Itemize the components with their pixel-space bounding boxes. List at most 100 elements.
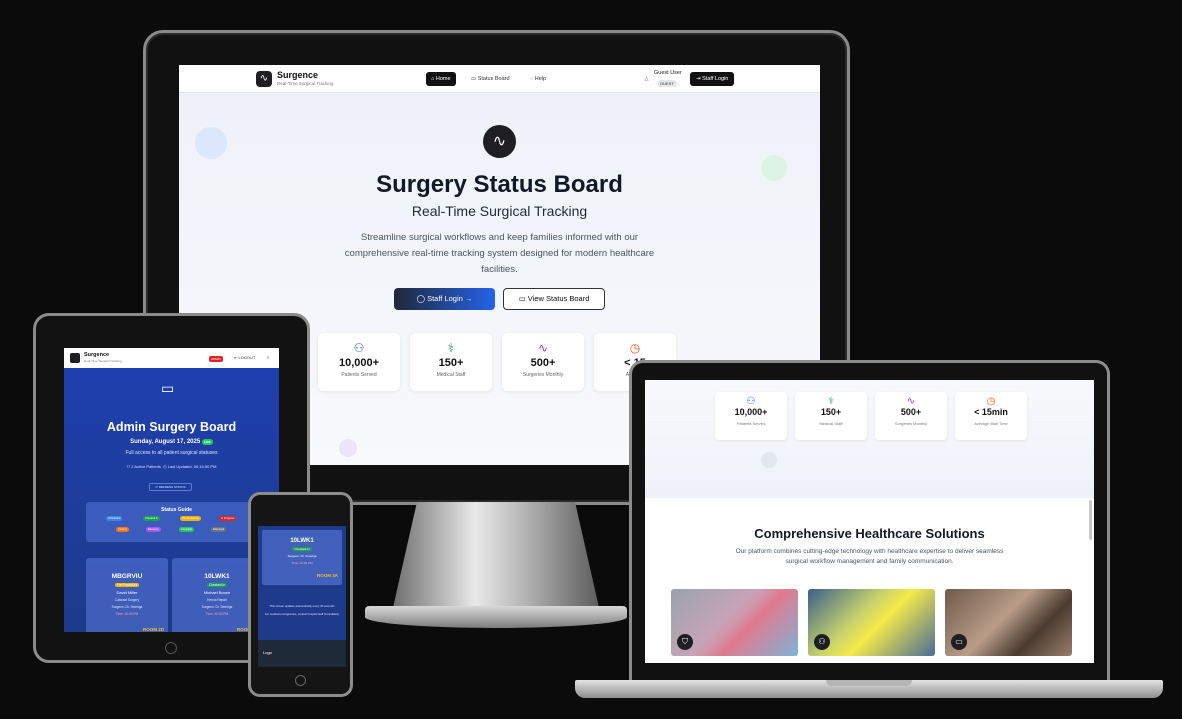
nav-staff-login-label: Staff Login — [702, 76, 729, 82]
nav-help-label: Help — [534, 76, 547, 82]
shield-icon: ⛉ — [677, 634, 693, 650]
pulse-icon: ∿ — [483, 125, 516, 158]
menu-icon[interactable]: ≡ — [267, 355, 269, 360]
nav-staff-login-button[interactable]: ⇥ Staff Login — [690, 72, 735, 86]
nav-status-board-label: Status Board — [477, 76, 510, 82]
stat-value: 10,000+ — [734, 407, 768, 417]
emergency-text: For medical emergencies, contact hospita… — [264, 612, 340, 616]
monitor-stand-base — [365, 606, 627, 628]
patient-time: Time: 10:00 PM — [291, 561, 313, 565]
patient-id: MBGRVIU — [111, 573, 143, 580]
view-status-board-button[interactable]: ▭ View Status Board — [503, 288, 605, 310]
brand-name[interactable]: Surgence — [277, 70, 318, 80]
patient-card[interactable]: MBGRVIU Pre-Procedure David Miller Catar… — [86, 558, 168, 632]
tablet-nav: Surgence Real-Time Surgical Tracking ADM… — [64, 348, 279, 368]
stat-card-staff: ⚕ 150+ Medical Staff — [795, 392, 867, 440]
active-patients: 2 Active Patients — [131, 464, 161, 469]
stethoscope-icon: ⚕ — [828, 396, 834, 407]
status-guide: Status Guide Scheduled Checked In Pre-Pr… — [86, 502, 267, 542]
clock-icon: ◷ — [629, 341, 641, 355]
view-status-board-label: View Status Board — [527, 294, 590, 303]
laptop-device: ⚇ 10,000+ Patients Served ⚕ 150+ Medical… — [629, 360, 1110, 680]
home-button[interactable] — [165, 642, 177, 654]
nav-help-link[interactable]: ◌ Help — [530, 72, 546, 86]
admin-board: ▭ Admin Surgery Board Sunday, August 17,… — [64, 368, 279, 632]
patient-room: ROOM 3A — [316, 573, 338, 578]
stethoscope-icon: ⚕ — [447, 341, 455, 355]
monitor-icon: ▭ — [471, 76, 478, 82]
status-guide-title: Status Guide — [161, 507, 192, 513]
stat-card-surgeries: ∿ 500+ Surgeries Monthly — [875, 392, 947, 440]
patient-status: Checked In — [206, 583, 228, 587]
logo-icon[interactable]: ∿ — [256, 71, 272, 87]
tablet-screen: Surgence Real-Time Surgical Tracking ADM… — [64, 348, 279, 632]
admin-date: Sunday, August 17, 2025 Live — [64, 439, 279, 445]
stat-label: Average Wait Time — [974, 421, 1008, 426]
guest-user-label: Guest User — [654, 70, 682, 76]
phone-footer: Logo — [258, 640, 346, 667]
status-pill: Closing — [116, 527, 129, 532]
arrow-right-icon: → — [462, 294, 473, 303]
refresh-status-button[interactable]: ⟳ REFRESH STATUS — [149, 483, 192, 491]
status-pill: Recovery — [146, 527, 161, 532]
stat-value: 500+ — [900, 407, 922, 417]
staff-login-button[interactable]: ◯ Staff Login → — [394, 288, 495, 310]
decor-bubble — [339, 439, 357, 457]
stat-card-patients: ⚇ 10,000+ Patients Served — [318, 333, 400, 391]
stat-card-surgeries: ∿ 500+ Surgeries Monthly — [502, 333, 584, 391]
stat-label: Surgeries Monthly — [522, 372, 564, 378]
stat-label: Patients Served — [736, 421, 766, 426]
status-pill: Complete — [179, 527, 195, 532]
status-pill: In Progress — [219, 516, 237, 521]
patient-procedure: Cataract Surgery — [114, 598, 140, 602]
patient-time: Time: 10:30 PM — [115, 612, 139, 616]
hero-subtitle: Real-Time Surgical Tracking — [411, 203, 588, 219]
tablet-brand[interactable]: Surgence — [84, 352, 109, 358]
refresh-label: REFRESH STATUS — [158, 485, 186, 489]
logout-button[interactable]: ⇤ LOGOUT — [234, 355, 255, 360]
nhs-heart-image: ⛉ — [671, 589, 798, 656]
stat-card-patients: ⚇ 10,000+ Patients Served — [715, 392, 787, 440]
monitor-icon: ▭ — [161, 380, 175, 396]
hero-title: Surgery Status Board — [376, 171, 623, 198]
admin-badge: ADMIN — [209, 356, 223, 362]
laptop-stats-section: ⚇ 10,000+ Patients Served ⚕ 150+ Medical… — [645, 380, 1094, 498]
footer-logo: Logo — [263, 650, 272, 655]
last-updated: Last Updated: 00:16:50 PM — [167, 464, 217, 469]
logo-icon[interactable] — [70, 353, 80, 363]
top-nav: ∿ Surgence Real-Time Surgical Tracking ⌂… — [179, 65, 820, 93]
solutions-description: Our platform combines cutting-edge techn… — [735, 548, 1004, 565]
auto-update-text: This screen updates automatically every … — [269, 604, 335, 608]
monitor-icon: ▭ — [518, 294, 528, 303]
stat-value: 150+ — [438, 357, 464, 369]
nav-status-board-link[interactable]: ▭ Status Board — [471, 72, 510, 86]
patient-name: David Miller — [116, 590, 138, 595]
patient-card[interactable]: 10LWK1 Checked In Surgeon: Dr. Smeriga T… — [262, 530, 342, 585]
status-pill: Pre-Procedure — [180, 516, 201, 521]
brand-subtitle: Real-Time Surgical Tracking — [277, 81, 334, 86]
admin-title: Admin Surgery Board — [106, 420, 237, 434]
logout-label: LOGOUT — [238, 355, 256, 360]
stat-value: 10,000+ — [338, 357, 380, 369]
decor-bubble — [761, 452, 777, 468]
staff-login-label: Staff Login — [427, 294, 463, 303]
nav-home-label: Home — [435, 76, 451, 82]
solutions-heading: Comprehensive Healthcare Solutions — [754, 526, 985, 541]
scrollbar[interactable] — [1089, 500, 1092, 540]
admin-meta: ⚇ 2 Active Patients ◷ Last Updated: 00:1… — [64, 464, 279, 469]
guest-badge: GUEST — [657, 80, 677, 87]
ambulance-image: ⚇ — [808, 589, 935, 656]
family-care-image: ▭ — [945, 589, 1072, 656]
patient-id: 10LWK1 — [290, 538, 314, 544]
patient-status: Checked In — [292, 547, 312, 551]
stat-label: Medical Staff — [436, 372, 466, 378]
user-icon: ♙ — [644, 77, 650, 83]
laptop-screen: ⚇ 10,000+ Patients Served ⚕ 150+ Medical… — [645, 380, 1094, 663]
status-pill: Checked In — [143, 516, 161, 521]
nav-home-button[interactable]: ⌂ Home — [426, 72, 456, 86]
stat-label: Surgeries Monthly — [894, 421, 928, 426]
decor-bubble — [195, 127, 227, 159]
home-button[interactable] — [295, 675, 306, 686]
users-icon: ⚇ — [746, 396, 756, 407]
status-pill: Dismissal — [211, 527, 227, 532]
